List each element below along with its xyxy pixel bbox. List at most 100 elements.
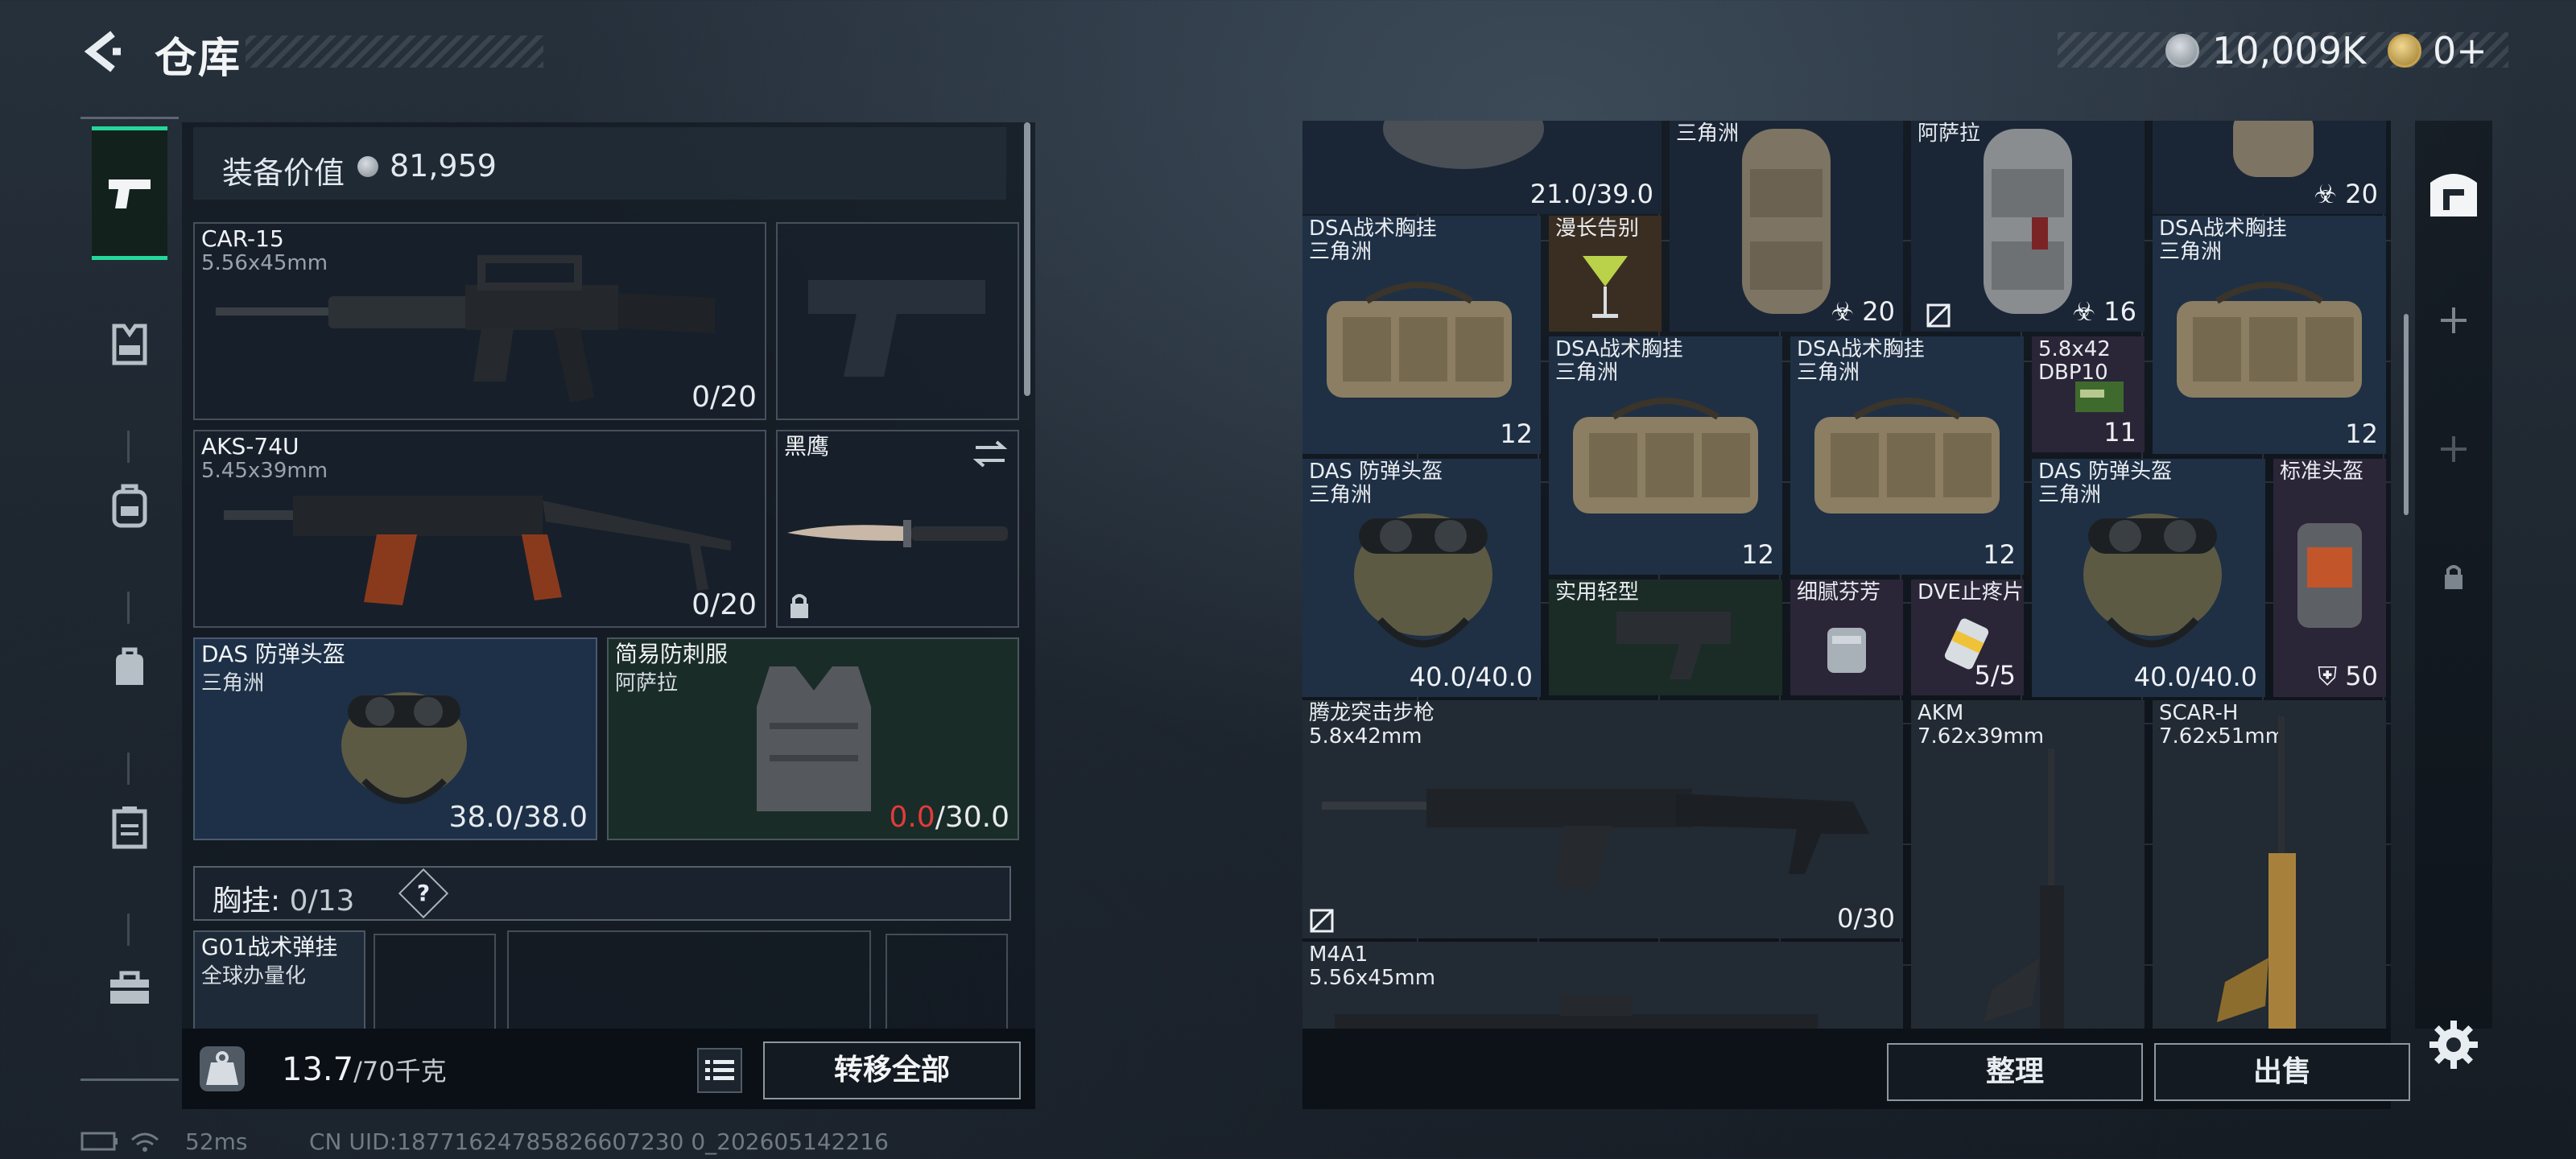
battery-icon <box>80 1132 116 1151</box>
stash-item-rifle-tenglong[interactable]: 腾龙突击步枪 5.8x42mm 0/30 <box>1302 700 1903 938</box>
equipment-value-bar: 装备价值 81,959 <box>193 127 1006 200</box>
currency-gold-amount[interactable]: 0+ <box>2433 29 2487 72</box>
item-slots: 12 <box>1741 539 1774 570</box>
helmet-slot[interactable]: DAS 防弹头盔 三角洲 38.0/38.0 <box>193 637 597 840</box>
item-name: DVE止疼片 <box>1918 580 2024 604</box>
melee-slot[interactable]: 黑鹰 <box>776 430 1019 628</box>
no-insure-icon <box>1310 909 1334 933</box>
back-button[interactable] <box>80 29 126 74</box>
lock-icon <box>791 594 808 618</box>
tab-locked[interactable] <box>2415 539 2492 617</box>
wifi-icon <box>131 1132 159 1146</box>
silver-coin-icon <box>2165 34 2199 68</box>
backpack-icon <box>112 484 147 528</box>
stash-item-scar-h[interactable]: SCAR-H 7.62x51mm <box>2153 700 2386 1029</box>
stash-item-akm[interactable]: AKM 7.62x39mm <box>1911 700 2145 1029</box>
primary-weapon-slot-1[interactable]: CAR-15 5.56x45mm 0/20 <box>193 222 766 420</box>
stash-item-helmet-b[interactable]: DAS 防弹头盔 三角洲 40.0/40.0 <box>2032 459 2265 697</box>
stash-item-standard-helmet[interactable]: 标准头盔 ⛨ 50 <box>2273 459 2386 697</box>
item-origin: 三角洲 <box>1676 122 1740 146</box>
ammo-count: 0/20 <box>691 588 757 621</box>
safe-icon <box>2430 174 2477 217</box>
loadout-scrollbar[interactable] <box>1024 122 1030 396</box>
armor-slot[interactable]: 简易防刺服 阿萨拉 0.0/30.0 <box>607 637 1019 840</box>
no-insure-icon <box>1926 303 1951 328</box>
stash-item-ammo[interactable]: 5.8x42 DBP10 11 <box>2032 336 2145 452</box>
ammo-count: 0/30 <box>1837 903 1895 934</box>
nav-item-bag[interactable] <box>92 600 167 733</box>
nav-item-case[interactable] <box>92 761 167 894</box>
item-name: AKM 7.62x39mm <box>1918 701 2045 749</box>
primary-weapon-slot-2[interactable]: AKS-74U 5.45x39mm 0/20 <box>193 430 766 628</box>
pistol-silhouette-icon <box>808 280 985 377</box>
carry-weight: 13.7/70千克 <box>282 1051 447 1088</box>
knife-icon <box>787 520 1008 547</box>
sort-button[interactable]: 整理 <box>1887 1043 2143 1101</box>
cocktail-icon <box>1583 256 1628 318</box>
melee-name: 黑鹰 <box>784 433 830 460</box>
loadout-panel: 装备价值 81,959 CAR-15 5.56x45mm 0/20 AKS-74… <box>182 122 1035 1029</box>
assault-rifle-icon <box>1322 789 1869 890</box>
item-name: DSA战术胸挂 三角洲 <box>1555 337 1683 386</box>
sidearm-slot-empty[interactable] <box>776 222 1019 420</box>
stash-item-duffel-a[interactable]: 三角洲 ☣ 20 <box>1670 121 1903 332</box>
rifle-vertical-icon <box>2217 716 2296 1029</box>
loadout-footer: 13.7/70千克 转移全部 <box>182 1029 1035 1109</box>
chest-rig-item[interactable]: G01战术弹挂 全球办量化 <box>193 930 365 1029</box>
list-icon <box>705 1060 734 1080</box>
stash-item-partial[interactable]: 21.0/39.0 <box>1302 121 1662 214</box>
armor-name: 简易防刺服 <box>615 641 729 667</box>
stash-item-vest-b[interactable]: DSA战术胸挂 三角洲 12 <box>1549 336 1782 575</box>
nav-item-vest[interactable] <box>92 278 167 411</box>
nav-item-backpack[interactable] <box>92 439 167 572</box>
status-icons <box>80 1128 169 1159</box>
chest-rig-header: 胸挂: 0/13 ? <box>193 866 1011 921</box>
stash-item-painkiller[interactable]: DVE止疼片 5/5 <box>1911 580 2024 695</box>
stash-item-partial-bag[interactable]: ☣ 20 <box>2153 121 2386 214</box>
settings-button[interactable] <box>2428 1019 2479 1070</box>
helmet-icon <box>341 692 467 804</box>
toolbox-icon <box>110 971 149 1004</box>
chest-rig-slot-empty[interactable] <box>507 930 871 1029</box>
helmet-name: DAS 防弹头盔 <box>201 641 345 667</box>
item-slots: 12 <box>1983 539 2016 570</box>
sell-button[interactable]: 出售 <box>2154 1043 2410 1101</box>
chest-rig-icon <box>1573 398 1758 514</box>
item-name: 腾龙突击步枪 5.8x42mm <box>1309 701 1435 749</box>
chest-rig-slot-empty[interactable] <box>374 934 496 1029</box>
item-count: 11 <box>2103 417 2136 448</box>
swap-icon[interactable] <box>972 439 1008 468</box>
carbine-icon <box>216 255 715 402</box>
transfer-all-button[interactable]: 转移全部 <box>763 1041 1021 1099</box>
tab-add-2[interactable] <box>2415 410 2492 488</box>
list-view-button[interactable] <box>697 1048 742 1093</box>
stash-item-m4a1[interactable]: M4A1 5.56x45mm <box>1302 942 1903 1029</box>
tab-safe[interactable] <box>2415 155 2492 232</box>
equipment-value: 81,959 <box>390 148 497 184</box>
chest-rig-label: 胸挂: 0/13 <box>213 885 355 918</box>
pistol-icon <box>109 179 151 208</box>
gear-icon <box>2429 1021 2478 1069</box>
stash-item-stock[interactable]: 实用轻型 <box>1549 580 1782 695</box>
helmet-durability: 38.0/38.0 <box>448 801 588 834</box>
item-origin: 阿萨拉 <box>1918 122 1981 146</box>
armor-durability: 0.0/30.0 <box>889 801 1009 834</box>
helmet-icon <box>1354 514 1492 648</box>
tab-add-1[interactable] <box>2415 282 2492 359</box>
help-icon[interactable]: ? <box>398 868 449 919</box>
stash-item-helmet-a[interactable]: DAS 防弹头盔 三角洲 40.0/40.0 <box>1302 459 1541 697</box>
stash-item-vest-c[interactable]: DSA战术胸挂 三角洲 12 <box>1790 336 2024 575</box>
item-name: 标准头盔 <box>2280 460 2364 484</box>
item-durability: 40.0/40.0 <box>1409 662 1533 692</box>
chest-rig-slot-empty[interactable] <box>886 934 1008 1029</box>
stash-item-duffel-b[interactable]: 阿萨拉 ☣ 16 <box>1911 121 2145 332</box>
nav-item-weapons[interactable] <box>92 126 167 260</box>
title-decoration <box>246 35 543 68</box>
stash-scrollbar[interactable] <box>2404 314 2409 515</box>
stash-item-vest-a[interactable]: DSA战术胸挂 三角洲 12 <box>1302 216 1541 454</box>
stash-item-fenfang[interactable]: 细腻芬芳 <box>1790 580 1903 695</box>
stash-item-vest-d[interactable]: DSA战术胸挂 三角洲 12 <box>2153 216 2386 454</box>
stash-item-cocktail[interactable]: 漫长告别 <box>1549 216 1662 332</box>
nav-item-toolbox[interactable] <box>92 922 167 1055</box>
user-uid: CN UID:18771624785826607230 0_2026051422… <box>309 1128 889 1155</box>
